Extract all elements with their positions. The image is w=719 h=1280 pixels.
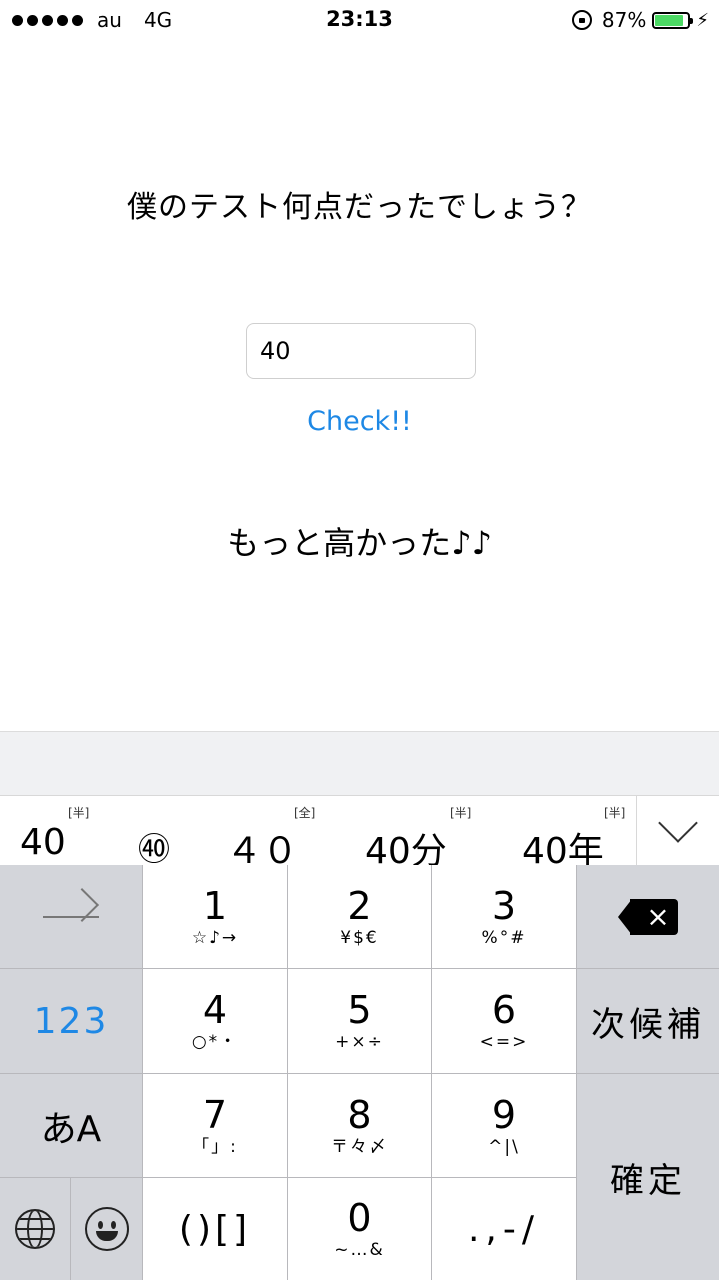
candidate-tag: [全] (294, 806, 316, 820)
key-0[interactable]: 0 ~…& (288, 1178, 431, 1280)
key-label: 次候補 (591, 1004, 705, 1045)
candidate-tag: [半] (68, 806, 90, 820)
key-9[interactable]: 9 ^|\ (432, 1074, 576, 1177)
kana-mode-key[interactable]: あA (0, 1074, 142, 1177)
candidate-40-years[interactable]: [半] 40年 (522, 804, 634, 872)
status-bar: au 4G 23:13 87% ⚡ (0, 0, 719, 40)
backspace-icon: × (618, 898, 678, 935)
key-label: 確定 (610, 1160, 686, 1201)
globe-key[interactable] (0, 1178, 70, 1280)
arrow-right-icon (43, 915, 99, 918)
key-main: 5 (347, 988, 372, 1032)
globe-icon (15, 1209, 55, 1249)
question-label: 僕のテスト何点だったでしょう？ (127, 190, 592, 225)
next-candidate-key[interactable]: 次候補 (577, 969, 719, 1073)
cursor-right-key[interactable] (0, 865, 142, 968)
mode-123-key[interactable]: 123 (0, 969, 142, 1073)
confirm-key[interactable]: 確定 (577, 1074, 719, 1280)
candidate-text: 40 (20, 822, 66, 863)
result-label: もっと高かった♪♪ (227, 524, 492, 562)
answer-input[interactable] (246, 323, 476, 379)
candidate-40-full[interactable]: [全] ４０ (226, 804, 336, 872)
expand-candidates-button[interactable] (636, 796, 719, 866)
battery-fill (655, 14, 684, 26)
key-label: .,-/ (467, 1208, 540, 1250)
key-1[interactable]: 1 ☆♪→ (143, 865, 287, 968)
chevron-down-icon (658, 803, 698, 843)
number-keypad: 1 ☆♪→ 2 ¥$€ 3 %°# × 123 4 ○*・ 5 +×÷ 6 <=… (0, 865, 719, 1280)
candidate-bar: [半] 40 ㊵ [全] ４０ [半] 40分 [半] 40年 (0, 795, 719, 872)
key-label: 123 (33, 1000, 109, 1042)
key-sub: ¥$€ (340, 927, 379, 948)
punctuation-key[interactable]: .,-/ (432, 1178, 576, 1280)
key-5[interactable]: 5 +×÷ (288, 969, 431, 1073)
emoji-key[interactable] (71, 1178, 142, 1280)
rotation-lock-icon (571, 10, 592, 30)
key-main: 8 (347, 1092, 372, 1137)
candidate-circled-40[interactable]: ㊵ (138, 804, 198, 868)
key-sub: ○*・ (191, 1032, 239, 1052)
backspace-key[interactable]: × (577, 865, 719, 968)
key-6[interactable]: 6 <=> (432, 969, 576, 1073)
key-sub: %°# (481, 927, 527, 948)
key-7[interactable]: 7 「」: (143, 1074, 287, 1177)
key-main: 6 (491, 988, 517, 1032)
key-2[interactable]: 2 ¥$€ (288, 865, 431, 968)
key-label: あA (40, 1108, 102, 1150)
emoji-smiley-icon (84, 1207, 129, 1251)
battery-percent: 87% (601, 8, 647, 32)
key-sub: +×÷ (335, 1032, 384, 1052)
key-main: 3 (491, 883, 517, 928)
status-right: 87% ⚡ (571, 8, 709, 32)
key-sub: 〒々〆 (331, 1136, 388, 1157)
key-8[interactable]: 8 〒々〆 (288, 1074, 431, 1177)
battery-icon (652, 11, 694, 29)
candidate-text: ㊵ (138, 830, 171, 868)
key-sub: ~…& (334, 1240, 385, 1260)
key-main: 1 (202, 883, 228, 928)
key-main: 7 (202, 1092, 228, 1137)
key-label: ()[] (178, 1208, 252, 1250)
candidate-40-minutes[interactable]: [半] 40分 (365, 804, 485, 872)
key-sub: ☆♪→ (191, 927, 239, 948)
key-main: 2 (347, 883, 372, 928)
key-4[interactable]: 4 ○*・ (143, 969, 287, 1073)
key-main: 9 (491, 1092, 517, 1137)
candidate-tag: [半] (604, 806, 626, 820)
charging-bolt-icon: ⚡ (696, 9, 709, 31)
key-sub: ^|\ (488, 1136, 520, 1157)
key-3[interactable]: 3 %°# (432, 865, 576, 968)
keyboard-accessory-bar (0, 731, 719, 796)
candidate-40-half[interactable]: [半] 40 (20, 804, 120, 864)
key-main: 0 (347, 1196, 372, 1240)
paren-key[interactable]: ()[] (143, 1178, 287, 1280)
candidate-tag: [半] (450, 806, 472, 820)
check-button[interactable]: Check!! (0, 406, 719, 437)
key-sub: <=> (479, 1032, 529, 1052)
key-sub: 「」: (192, 1136, 238, 1157)
key-main: 4 (202, 988, 228, 1032)
